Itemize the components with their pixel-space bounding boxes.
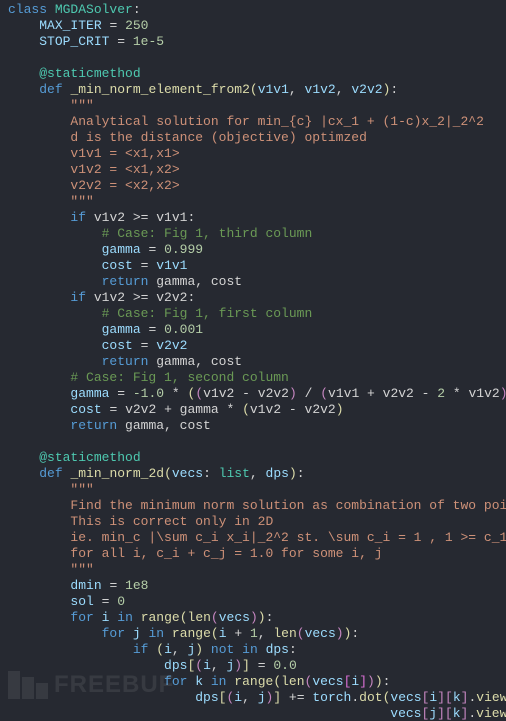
docstring-line: v1v2 = <x1,x2> [8, 162, 180, 177]
var: gamma [102, 242, 141, 257]
cond: v1v2 >= v1v1: [94, 210, 195, 225]
param: v1v2 [305, 82, 336, 97]
code-editor[interactable]: class MGDASolver: MAX_ITER = 250 STOP_CR… [0, 0, 506, 721]
param: v1v1 [258, 82, 289, 97]
return-vals: gamma, cost [156, 274, 242, 289]
num: 0.001 [164, 322, 203, 337]
docstring: """ [70, 98, 93, 113]
docstring-line: v2v2 = <x2,x2> [8, 178, 180, 193]
docstring: """ [70, 482, 93, 497]
var: cost [102, 258, 133, 273]
var: cost [102, 338, 133, 353]
keyword-def: def [39, 82, 62, 97]
comment: # Case: Fig 1, second column [70, 370, 288, 385]
return-vals: gamma, cost [156, 354, 242, 369]
keyword-if: if [70, 290, 86, 305]
param: vecs [172, 466, 203, 481]
num: 1e8 [125, 578, 148, 593]
const-max-iter: MAX_ITER [39, 18, 101, 33]
keyword-if: if [70, 210, 86, 225]
docstring-line: ie. min_c |\sum c_i x_i|_2^2 st. \sum c_… [8, 530, 506, 545]
const-stop-crit: STOP_CRIT [39, 34, 109, 49]
decorator: @staticmethod [39, 66, 140, 81]
num: 1e-5 [133, 34, 164, 49]
var: v1v1 [156, 258, 187, 273]
type-ann: list [219, 466, 250, 481]
fn2-name: _min_norm_2d [70, 466, 164, 481]
comment: # Case: Fig 1, first column [102, 306, 313, 321]
class-name: MGDASolver [55, 2, 133, 17]
keyword-def: def [39, 466, 62, 481]
param: dps [266, 466, 289, 481]
num: 0.999 [164, 242, 203, 257]
num: 250 [125, 18, 148, 33]
docstring: """ [70, 194, 93, 209]
docstring-line: v1v1 = <x1,x1> [8, 146, 180, 161]
var: gamma [102, 322, 141, 337]
var: v2v2 [156, 338, 187, 353]
decorator: @staticmethod [39, 450, 140, 465]
var: dmin [70, 578, 101, 593]
docstring-line: Analytical solution for min_{c} |cx_1 + … [8, 114, 484, 129]
docstring-line: This is correct only in 2D [8, 514, 273, 529]
keyword-return: return [70, 418, 117, 433]
docstring-line: Find the minimum norm solution as combin… [8, 498, 506, 513]
num: 0 [117, 594, 125, 609]
keyword-return: return [102, 274, 149, 289]
fn1-name: _min_norm_element_from2 [70, 82, 249, 97]
docstring-line: for all i, c_i + c_j = 1.0 for some i, j [8, 546, 382, 561]
var: sol [70, 594, 93, 609]
docstring-line: d is the distance (objective) optimzed [8, 130, 367, 145]
return-vals: gamma, cost [125, 418, 211, 433]
comment: # Case: Fig 1, third column [102, 226, 313, 241]
param: v2v2 [351, 82, 382, 97]
cond: v1v2 >= v2v2: [94, 290, 195, 305]
keyword-return: return [102, 354, 149, 369]
docstring: """ [70, 562, 93, 577]
keyword-class: class [8, 2, 47, 17]
